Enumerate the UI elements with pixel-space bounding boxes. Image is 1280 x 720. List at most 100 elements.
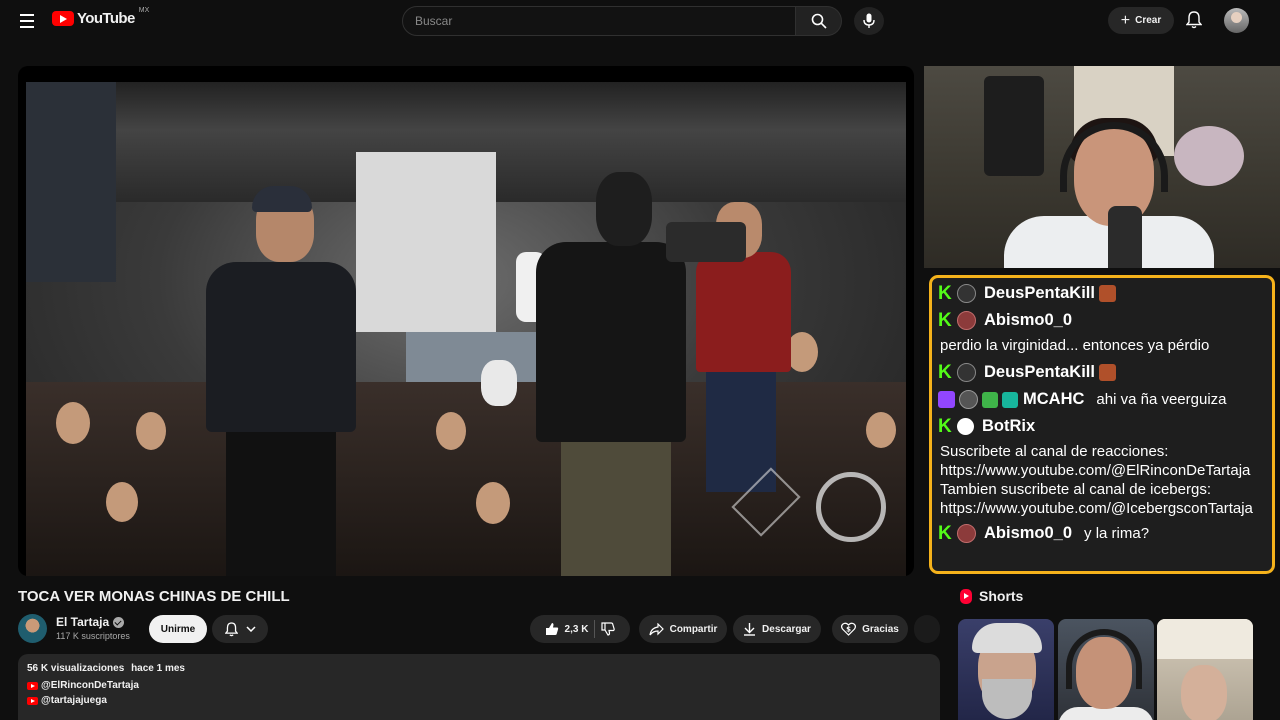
chat-text: ahi va ña veerguiza: [1096, 391, 1227, 408]
subscriber-count: 117 K suscriptores: [56, 631, 130, 641]
account-avatar[interactable]: [1224, 8, 1249, 33]
channel-link[interactable]: @ElRinconDeTartaja: [27, 680, 931, 691]
svg-text:$: $: [846, 626, 851, 634]
video-player[interactable]: [18, 66, 914, 576]
youtube-watch-page: YouTube MX Buscar + Crear K DeusPentaKil…: [0, 0, 1280, 720]
logo-text: YouTube: [77, 10, 135, 27]
kick-icon: K: [938, 416, 952, 437]
channel-avatar[interactable]: [18, 614, 47, 643]
youtube-icon: [27, 681, 38, 690]
youtube-logo[interactable]: YouTube MX: [52, 7, 150, 27]
badge-icon: [982, 391, 998, 408]
share-label: Compartir: [669, 623, 718, 635]
video-meta: 56 K visualizaciones hace 1 mes: [27, 663, 931, 674]
channel-name: El Tartaja: [56, 615, 110, 629]
video-frame: [26, 82, 906, 576]
channel-link-text: @ElRinconDeTartaja: [41, 680, 139, 691]
shorts-heading: Shorts: [960, 588, 1023, 604]
like-dislike-group: 2,3 K: [530, 615, 630, 643]
chat-username: BotRix: [982, 417, 1036, 435]
country-code: MX: [138, 7, 150, 14]
share-icon: [648, 622, 664, 635]
share-button[interactable]: Compartir: [639, 615, 727, 643]
chat-message: K Abismo0_0: [938, 307, 1266, 334]
kick-icon: K: [938, 362, 952, 383]
twitch-icon: [938, 391, 955, 408]
search-button[interactable]: [796, 6, 842, 36]
menu-icon[interactable]: [16, 11, 38, 31]
heart-dollar-icon: $: [841, 622, 857, 636]
badge-icon: [1002, 391, 1018, 408]
shorts-label: Shorts: [979, 588, 1024, 604]
thanks-button[interactable]: $ Gracias: [832, 615, 908, 643]
microphone-icon: [863, 13, 875, 28]
chat-username: Abismo0_0: [984, 311, 1073, 329]
chat-message: K DeusPentaKill: [938, 280, 1266, 307]
search-icon: [811, 13, 827, 29]
streamer-facecam: [924, 66, 1280, 268]
chat-message: K BotRix: [938, 413, 1266, 440]
emote-icon: [1098, 364, 1116, 381]
chat-message: K DeusPentaKill: [938, 359, 1266, 386]
chat-text: https://www.youtube.com/@IcebergsconTart…: [940, 500, 1253, 517]
download-icon: [744, 623, 756, 636]
chat-username: DeusPentaKill: [984, 363, 1095, 381]
emote-icon: [1098, 285, 1116, 302]
search-input[interactable]: Buscar: [402, 6, 796, 36]
kick-icon: K: [938, 523, 952, 544]
chat-username: DeusPentaKill: [984, 284, 1095, 302]
thanks-label: Gracias: [862, 623, 899, 635]
video-title: TOCA VER MONAS CHINAS DE CHILL: [18, 588, 290, 605]
join-button[interactable]: Unirme: [149, 615, 207, 643]
channel-name-link[interactable]: El Tartaja: [56, 615, 125, 629]
upload-date: hace 1 mes: [131, 663, 185, 674]
kick-icon: K: [938, 283, 952, 304]
more-actions-button[interactable]: [914, 615, 940, 643]
shorts-icon: [960, 588, 972, 604]
stream-chat-overlay: K DeusPentaKill K Abismo0_0 perdio la vi…: [929, 275, 1275, 574]
chat-message: K Abismo0_0 y la rima?: [938, 520, 1266, 547]
user-avatar: [959, 390, 978, 409]
short-thumbnail[interactable]: [1157, 619, 1253, 720]
chat-text: y la rima?: [1084, 525, 1150, 542]
subscription-bell-button[interactable]: [212, 615, 268, 643]
chat-text: Tambien suscribete al canal de icebergs:: [940, 481, 1211, 498]
chat-text: perdio la virginidad... entonces ya pérd…: [940, 337, 1210, 354]
divider: [594, 620, 596, 638]
bot-icon: [957, 418, 974, 435]
chevron-down-icon: [245, 626, 256, 632]
user-avatar: [957, 284, 976, 303]
bell-icon: [224, 621, 238, 636]
dislike-icon[interactable]: [601, 622, 616, 636]
user-avatar: [957, 363, 976, 382]
short-thumbnail[interactable]: [958, 619, 1054, 720]
kick-icon: K: [938, 310, 952, 331]
user-avatar: [957, 524, 976, 543]
user-avatar: [957, 311, 976, 330]
channel-link[interactable]: @tartajajuega: [27, 695, 931, 706]
download-button[interactable]: Descargar: [733, 615, 821, 643]
view-count: 56 K visualizaciones: [27, 663, 125, 674]
chat-text: Suscribete al canal de reacciones:: [940, 443, 1169, 460]
voice-search-button[interactable]: [854, 7, 884, 35]
plus-icon: +: [1120, 11, 1131, 29]
like-icon[interactable]: [545, 622, 559, 636]
create-label: Crear: [1135, 15, 1162, 26]
chat-username: Abismo0_0: [984, 524, 1073, 542]
short-thumbnail[interactable]: [1058, 619, 1154, 720]
verified-icon: [113, 616, 125, 628]
create-button[interactable]: + Crear: [1108, 7, 1174, 34]
youtube-play-icon: [52, 11, 74, 26]
bell-icon: [1186, 11, 1202, 29]
description-box[interactable]: 56 K visualizaciones hace 1 mes @ElRinco…: [18, 654, 940, 720]
search-placeholder: Buscar: [415, 14, 453, 28]
download-label: Descargar: [762, 623, 811, 635]
youtube-icon: [27, 696, 38, 705]
channel-link-text: @tartajajuega: [41, 695, 107, 706]
masthead: YouTube MX Buscar + Crear: [0, 0, 1280, 42]
chat-message: MCAHC ahi va ña veerguiza: [938, 386, 1266, 413]
like-count[interactable]: 2,3 K: [565, 624, 589, 635]
notifications-button[interactable]: [1184, 10, 1204, 30]
chat-username: MCAHC: [1023, 390, 1085, 408]
chat-text: https://www.youtube.com/@ElRinconDeTarta…: [940, 462, 1251, 479]
